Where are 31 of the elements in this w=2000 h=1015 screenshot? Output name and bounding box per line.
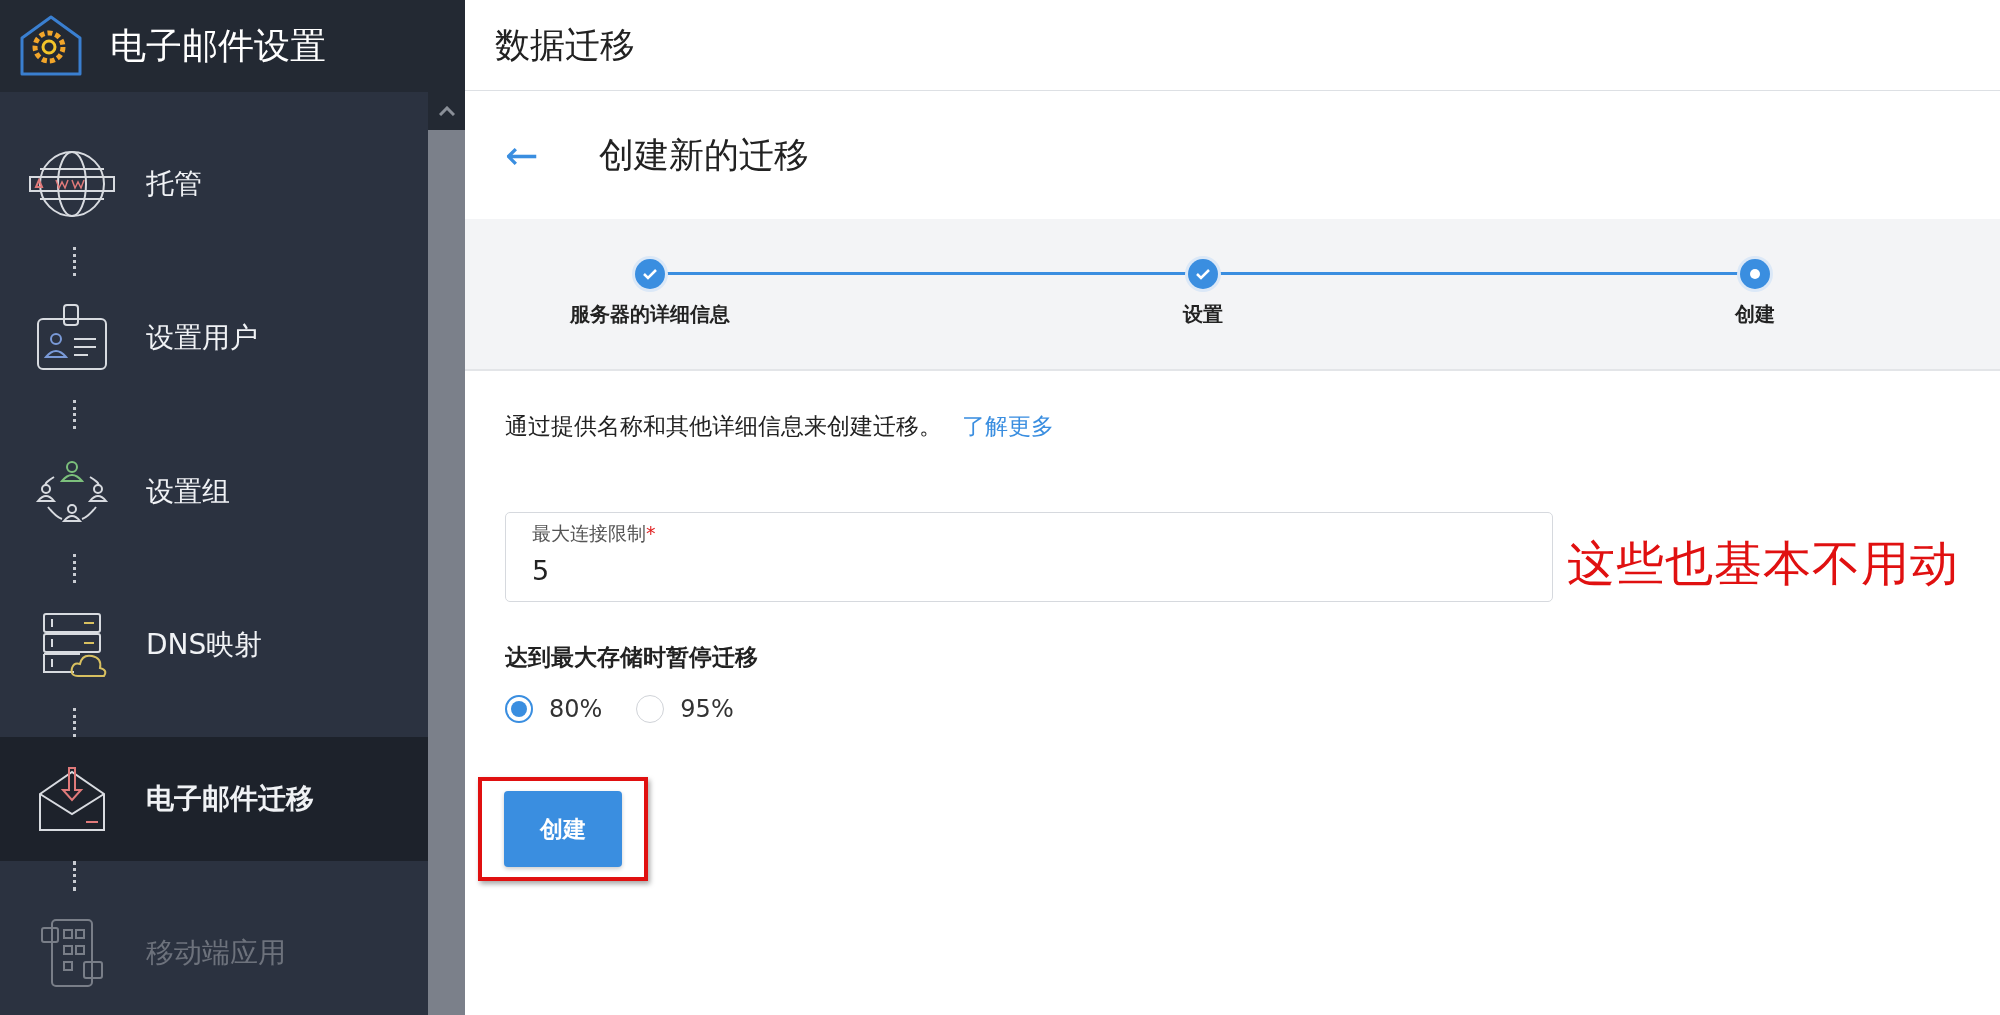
step-label: 设置 [1182, 301, 1223, 328]
nav-item[interactable]: 设置用户 [0, 275, 428, 401]
app-title: 电子邮件设置 [110, 23, 326, 68]
chevron-up-icon[interactable] [438, 106, 455, 116]
nav-label[interactable]: 设置组 [146, 472, 230, 511]
page-header-title: 数据迁移 [495, 23, 635, 67]
gear-house-logo-icon [18, 14, 84, 78]
radio-circle[interactable] [505, 695, 533, 723]
nav-label[interactable]: 设置用户 [146, 318, 258, 357]
nav-item[interactable]: 电子邮件迁移 [0, 736, 428, 862]
pause-label: 达到最大存储时暂停迁移 [505, 643, 759, 672]
nav-item[interactable]: DNS映射 [0, 583, 428, 708]
nav-label[interactable]: DNS映射 [146, 626, 263, 665]
dot-icon [1749, 268, 1761, 280]
description-text: 通过提供名称和其他详细信息来创建迁移。 [505, 412, 942, 441]
connection-limit-field[interactable]: 最大连接限制* 5 [505, 512, 1553, 602]
id-badge-icon [34, 302, 110, 373]
nav-label[interactable]: 电子邮件迁移 [146, 780, 314, 819]
check-icon [1194, 268, 1211, 280]
nav-item[interactable]: 设置组 [0, 429, 428, 554]
step-label: 创建 [1735, 301, 1775, 328]
scrollbar[interactable] [428, 92, 465, 1015]
page-title: 创建新的迁移 [598, 133, 809, 177]
globe-icon [28, 149, 116, 220]
check-icon [642, 268, 658, 280]
nav-item[interactable]: 托管 [0, 122, 428, 247]
nav-label[interactable]: 托管 [146, 165, 202, 204]
radio-option[interactable]: 80% [505, 695, 603, 723]
step-label: 服务器的详细信息 [570, 301, 730, 328]
annotation-text: 这些也基本不用动 [1567, 534, 1959, 593]
radio-option[interactable]: 95% [636, 695, 734, 723]
